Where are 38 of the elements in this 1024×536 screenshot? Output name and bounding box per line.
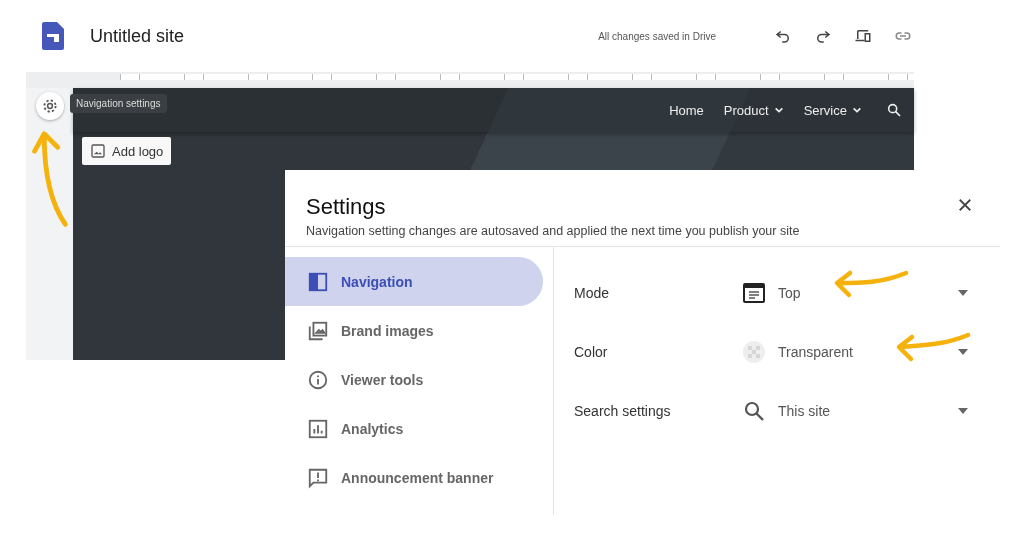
settings-nav-icon bbox=[307, 270, 329, 293]
setting-label: Search settings bbox=[574, 402, 672, 419]
caret-icon bbox=[958, 407, 968, 414]
settings-nav-item[interactable]: Announcement banner bbox=[285, 453, 543, 502]
settings-button[interactable] bbox=[35, 92, 64, 120]
settings-nav-icon bbox=[307, 417, 329, 440]
search-icon[interactable] bbox=[886, 102, 902, 118]
caret-icon bbox=[958, 289, 968, 296]
settings-nav-icon bbox=[307, 319, 329, 342]
setting-dropdown[interactable]: Transparent bbox=[742, 339, 968, 364]
setting-dropdown[interactable]: This site bbox=[742, 398, 968, 423]
site-title[interactable]: Untitled site bbox=[90, 25, 185, 47]
dialog-subtitle: Navigation setting changes are autosaved and applied the next time you publish your site bbox=[306, 224, 801, 238]
settings-nav-item[interactable]: Brand images bbox=[285, 306, 543, 355]
top-bar-layout-icon bbox=[742, 280, 766, 305]
devices-icon[interactable] bbox=[854, 27, 872, 45]
site-menu-link[interactable]: Product bbox=[723, 102, 784, 118]
chevron-down-icon bbox=[773, 105, 784, 115]
chevron-down-icon bbox=[852, 105, 862, 115]
save-status: All changes saved in Drive bbox=[598, 30, 716, 42]
add-logo-button[interactable]: Add logo bbox=[82, 137, 172, 165]
settings-nav-item[interactable]: Viewer tools bbox=[285, 355, 543, 404]
image-icon bbox=[90, 143, 106, 159]
settings-nav-icon bbox=[307, 466, 329, 489]
site-menu-link[interactable]: Service bbox=[803, 102, 862, 118]
tooltip: Navigation settings bbox=[70, 94, 167, 113]
dialog-title: Settings bbox=[306, 194, 387, 220]
setting-label: Mode bbox=[574, 284, 611, 301]
settings-nav-icon bbox=[307, 368, 329, 391]
setting-label: Color bbox=[574, 343, 609, 360]
checkerboard-icon bbox=[742, 339, 766, 364]
settings-nav-item[interactable]: Analytics bbox=[285, 404, 543, 453]
caret-icon bbox=[958, 348, 968, 355]
close-icon[interactable] bbox=[956, 196, 974, 214]
settings-nav-item[interactable]: Navigation bbox=[285, 257, 543, 306]
site-menu-link[interactable]: Home bbox=[669, 102, 704, 118]
sites-logo-icon bbox=[42, 22, 64, 50]
setting-dropdown[interactable]: Top bbox=[742, 280, 968, 305]
